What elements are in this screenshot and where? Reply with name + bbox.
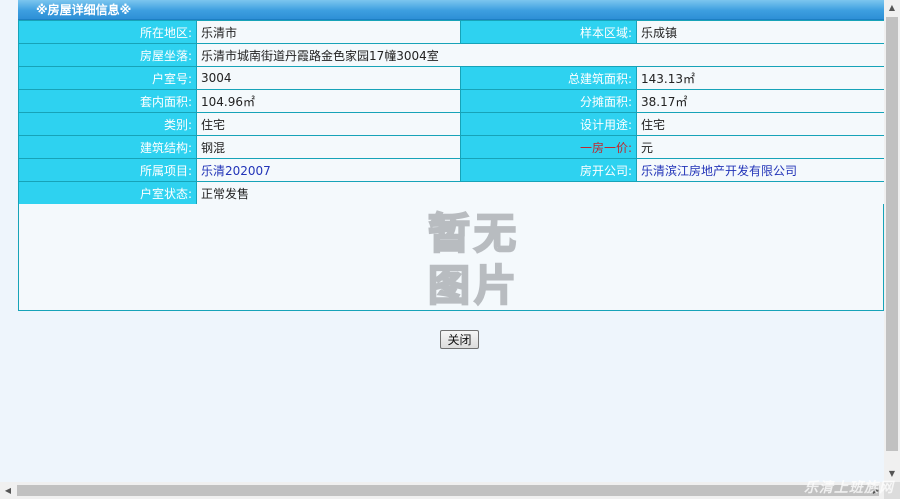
unit-price-value: 元 (636, 135, 885, 159)
structure-value: 钢混 (196, 135, 461, 159)
table-row: 户室号: 3004 总建筑面积: 143.13㎡ (18, 66, 885, 90)
vertical-scroll-thumb[interactable] (886, 17, 898, 451)
total-area-value: 143.13㎡ (636, 66, 885, 90)
no-image-line1: 暂无 (428, 209, 520, 258)
table-row: 套内面积: 104.96㎡ 分摊面积: 38.17㎡ (18, 89, 885, 113)
inner-area-label: 套内面积: (18, 89, 197, 113)
close-button[interactable]: 关闭 (440, 330, 479, 349)
region-label: 所在地区: (18, 20, 197, 44)
design-use-label: 设计用途: (460, 112, 637, 136)
panel-title: ※房屋详细信息※ (18, 0, 884, 20)
unit-number-label: 户室号: (18, 66, 197, 90)
sample-area-label: 样本区域: (460, 20, 637, 44)
shared-area-label: 分摊面积: (460, 89, 637, 113)
scroll-up-arrow-icon[interactable]: ▲ (884, 0, 900, 16)
project-cell: 乐清202007 (196, 158, 461, 182)
house-image-area: 暂无 图片 (18, 204, 884, 311)
table-row: 户室状态: 正常发售 (18, 181, 885, 205)
horizontal-scroll-thumb[interactable] (17, 485, 879, 496)
status-label: 户室状态: (18, 181, 197, 205)
house-info-table: 所在地区: 乐清市 样本区域: 乐成镇 房屋坐落: 乐清市城南街道丹霞路金色家园… (18, 20, 885, 205)
scroll-left-arrow-icon[interactable]: ◀ (0, 482, 16, 499)
horizontal-scrollbar[interactable]: ◀ ▶ (0, 482, 884, 499)
table-row: 所属项目: 乐清202007 房开公司: 乐清滨江房地产开发有限公司 (18, 158, 885, 182)
developer-cell: 乐清滨江房地产开发有限公司 (636, 158, 885, 182)
total-area-label: 总建筑面积: (460, 66, 637, 90)
developer-link[interactable]: 乐清滨江房地产开发有限公司 (641, 164, 797, 178)
structure-label: 建筑结构: (18, 135, 197, 159)
no-image-line2: 图片 (428, 261, 520, 310)
project-label: 所属项目: (18, 158, 197, 182)
table-row: 类别: 住宅 设计用途: 住宅 (18, 112, 885, 136)
shared-area-value: 38.17㎡ (636, 89, 885, 113)
category-label: 类别: (18, 112, 197, 136)
developer-label: 房开公司: (460, 158, 637, 182)
sample-area-value: 乐成镇 (636, 20, 885, 44)
inner-area-value: 104.96㎡ (196, 89, 461, 113)
project-link[interactable]: 乐清202007 (201, 164, 271, 178)
category-value: 住宅 (196, 112, 461, 136)
table-row: 建筑结构: 钢混 一房一价: 元 (18, 135, 885, 159)
address-label: 房屋坐落: (18, 43, 197, 67)
status-value: 正常发售 (196, 181, 885, 205)
region-value: 乐清市 (196, 20, 461, 44)
table-row: 房屋坐落: 乐清市城南街道丹霞路金色家园17幢3004室 (18, 43, 885, 67)
site-watermark: 乐清上班族网 (804, 480, 894, 496)
unit-number-value: 3004 (196, 66, 461, 90)
unit-price-label: 一房一价: (460, 135, 637, 159)
design-use-value: 住宅 (636, 112, 885, 136)
vertical-scrollbar[interactable]: ▲ ▼ (884, 0, 900, 482)
address-value: 乐清市城南街道丹霞路金色家园17幢3004室 (196, 43, 885, 67)
table-row: 所在地区: 乐清市 样本区域: 乐成镇 (18, 20, 885, 44)
